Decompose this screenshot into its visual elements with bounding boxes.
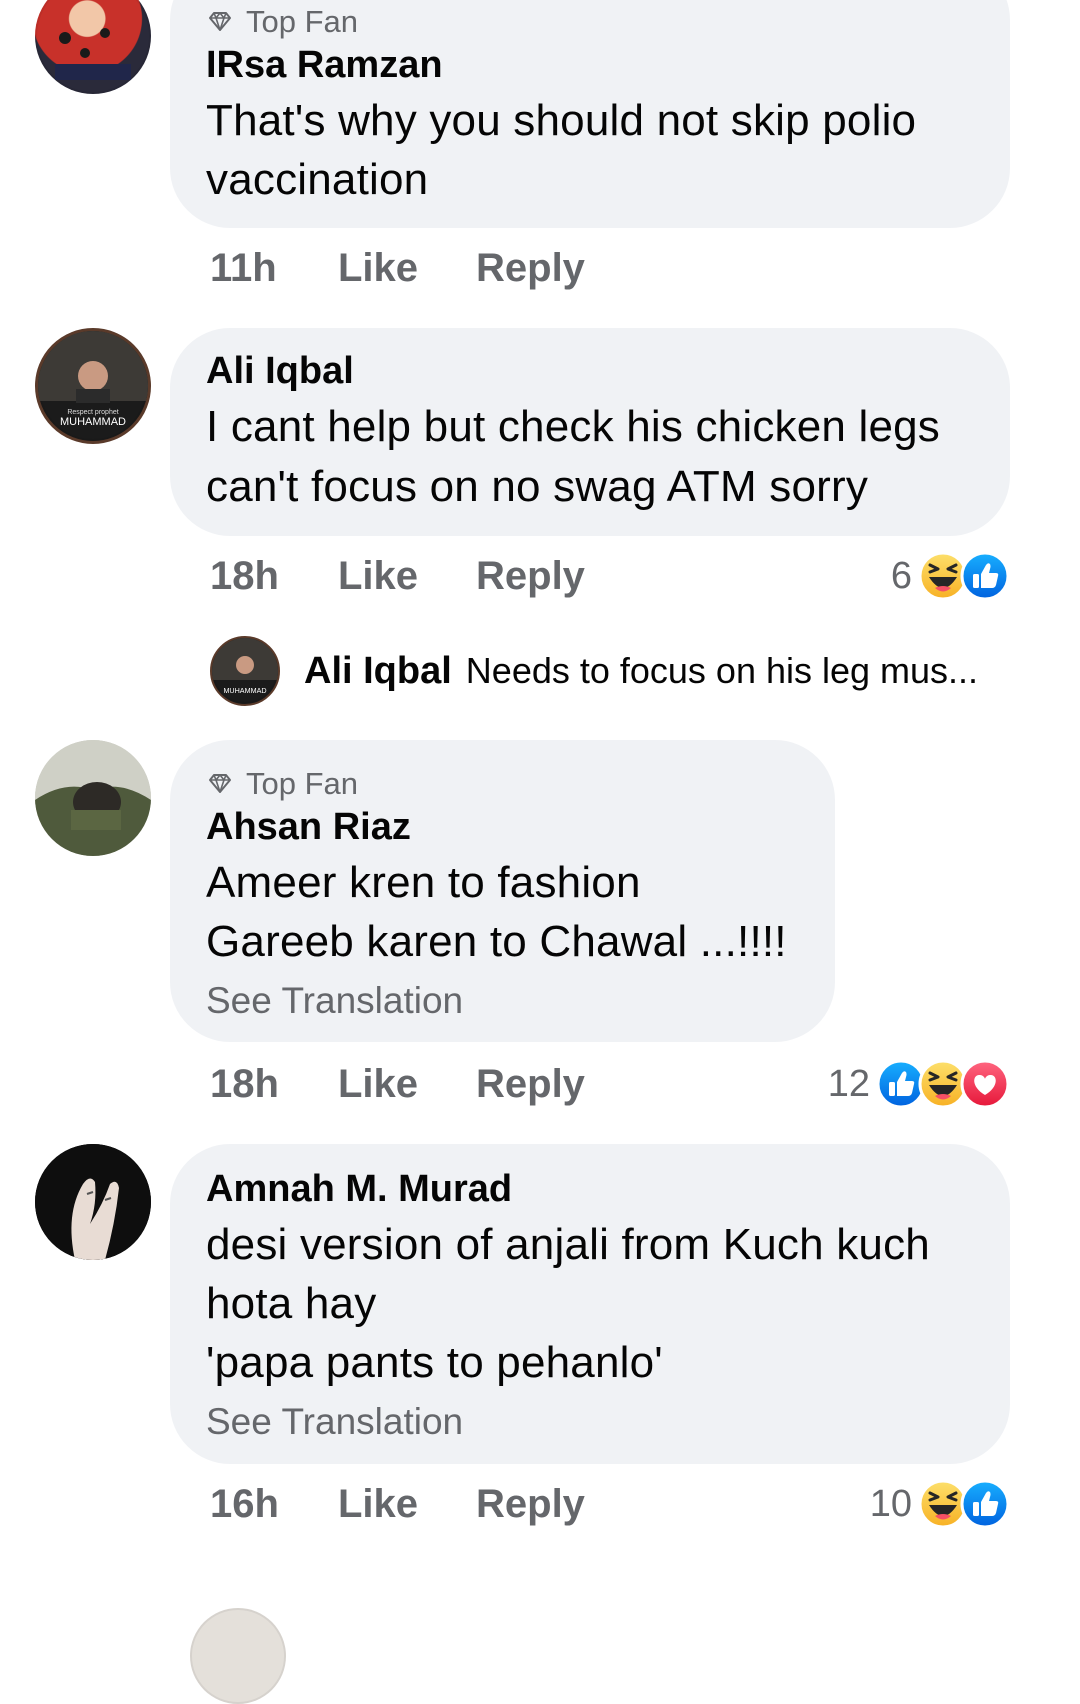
avatar[interactable] — [35, 1144, 151, 1260]
reaction-count: 12 — [827, 1062, 870, 1105]
reaction-count: 10 — [869, 1482, 912, 1525]
diamond-icon — [209, 774, 231, 793]
comment-actions: 16h Like Reply — [210, 1479, 585, 1529]
reply-button[interactable]: Reply — [476, 1482, 585, 1527]
comment-author[interactable]: Ali Iqbal — [206, 350, 354, 393]
avatar[interactable] — [35, 0, 151, 94]
comment-text-line: Gareeb karen to Chawal ...!!!! — [206, 917, 787, 966]
comment-bubble[interactable]: Ali Iqbal I cant help but check his chic… — [170, 328, 1010, 536]
like-button[interactable]: Like — [338, 554, 476, 599]
reply-author[interactable]: Ali Iqbal — [304, 650, 452, 693]
like-icon — [960, 1479, 1010, 1529]
avatar[interactable]: Respect prophet MUHAMMAD — [35, 328, 151, 444]
profile-photo-icon: MUHAMMAD — [212, 638, 278, 695]
like-button[interactable]: Like — [338, 246, 476, 291]
timestamp[interactable]: 16h — [210, 1482, 338, 1527]
see-translation-link[interactable]: See Translation — [206, 980, 463, 1022]
reply-button[interactable]: Reply — [476, 246, 585, 291]
avatar[interactable]: MUHAMMAD — [210, 636, 280, 706]
avatar-caption: MUHAMMAD — [223, 686, 266, 695]
comment-bubble[interactable]: Top Fan IRsa Ramzan That's why you shoul… — [170, 0, 1010, 228]
love-icon — [960, 1059, 1010, 1109]
avatar-caption: Respect prophet — [67, 409, 118, 416]
comment-bubble[interactable]: Amnah M. Murad desi version of anjali fr… — [170, 1144, 1010, 1464]
avatar-caption: MUHAMMAD — [60, 416, 126, 428]
reply-preview[interactable]: MUHAMMAD Ali Iqbal Needs to focus on his… — [210, 636, 978, 706]
comment-actions: 11h Like Reply — [210, 243, 585, 293]
timestamp[interactable]: 18h — [210, 1062, 338, 1107]
profile-photo-icon — [55, 28, 131, 80]
badge-label: Top Fan — [246, 766, 359, 801]
avatar[interactable] — [190, 1608, 286, 1704]
comment-text-line: hota hay — [206, 1279, 377, 1328]
reply-text: Needs to focus on his leg mus... — [465, 650, 979, 691]
comment-author[interactable]: IRsa Ramzan — [206, 44, 443, 87]
top-fan-badge: Top Fan — [206, 4, 358, 40]
comment-actions: 18h Like Reply — [210, 551, 585, 601]
avatar[interactable] — [35, 740, 151, 856]
timestamp[interactable]: 11h — [210, 246, 338, 291]
comment-actions: 18h Like Reply — [210, 1059, 585, 1109]
like-button[interactable]: Like — [338, 1482, 476, 1527]
profile-photo-icon: Respect prophet MUHAMMAD — [38, 331, 148, 428]
comment-text-line: can't focus on no swag ATM sorry — [206, 462, 869, 511]
comment-text-line: I cant help but check his chicken legs — [206, 402, 941, 451]
profile-photo-icon — [35, 1144, 151, 1260]
like-icon — [960, 551, 1010, 601]
comment-text-line: desi version of anjali from Kuch kuch — [206, 1220, 930, 1269]
comment-text-line: Ameer kren to fashion — [206, 858, 641, 907]
timestamp[interactable]: 18h — [210, 554, 338, 599]
reaction-summary[interactable]: 6 — [891, 549, 1010, 603]
reaction-count: 6 — [890, 554, 912, 597]
diamond-icon — [209, 12, 231, 31]
like-button[interactable]: Like — [338, 1062, 476, 1107]
comment-text-line: 'papa pants to pehanlo' — [206, 1338, 663, 1387]
comment-bubble[interactable]: Top Fan Ahsan Riaz Ameer kren to fashion… — [170, 740, 835, 1042]
reply-button[interactable]: Reply — [476, 1062, 585, 1107]
comment-text-line: vaccination — [206, 155, 429, 204]
badge-label: Top Fan — [246, 4, 359, 39]
profile-photo-icon — [35, 740, 151, 856]
reaction-summary[interactable]: 10 — [870, 1477, 1010, 1531]
reaction-summary[interactable]: 12 — [828, 1057, 1010, 1111]
comment-author[interactable]: Ahsan Riaz — [206, 806, 411, 849]
comment-author[interactable]: Amnah M. Murad — [206, 1168, 512, 1211]
see-translation-link[interactable]: See Translation — [206, 1401, 463, 1443]
reply-button[interactable]: Reply — [476, 554, 585, 599]
top-fan-badge: Top Fan — [206, 766, 358, 802]
comment-text-line: That's why you should not skip polio — [206, 96, 917, 145]
